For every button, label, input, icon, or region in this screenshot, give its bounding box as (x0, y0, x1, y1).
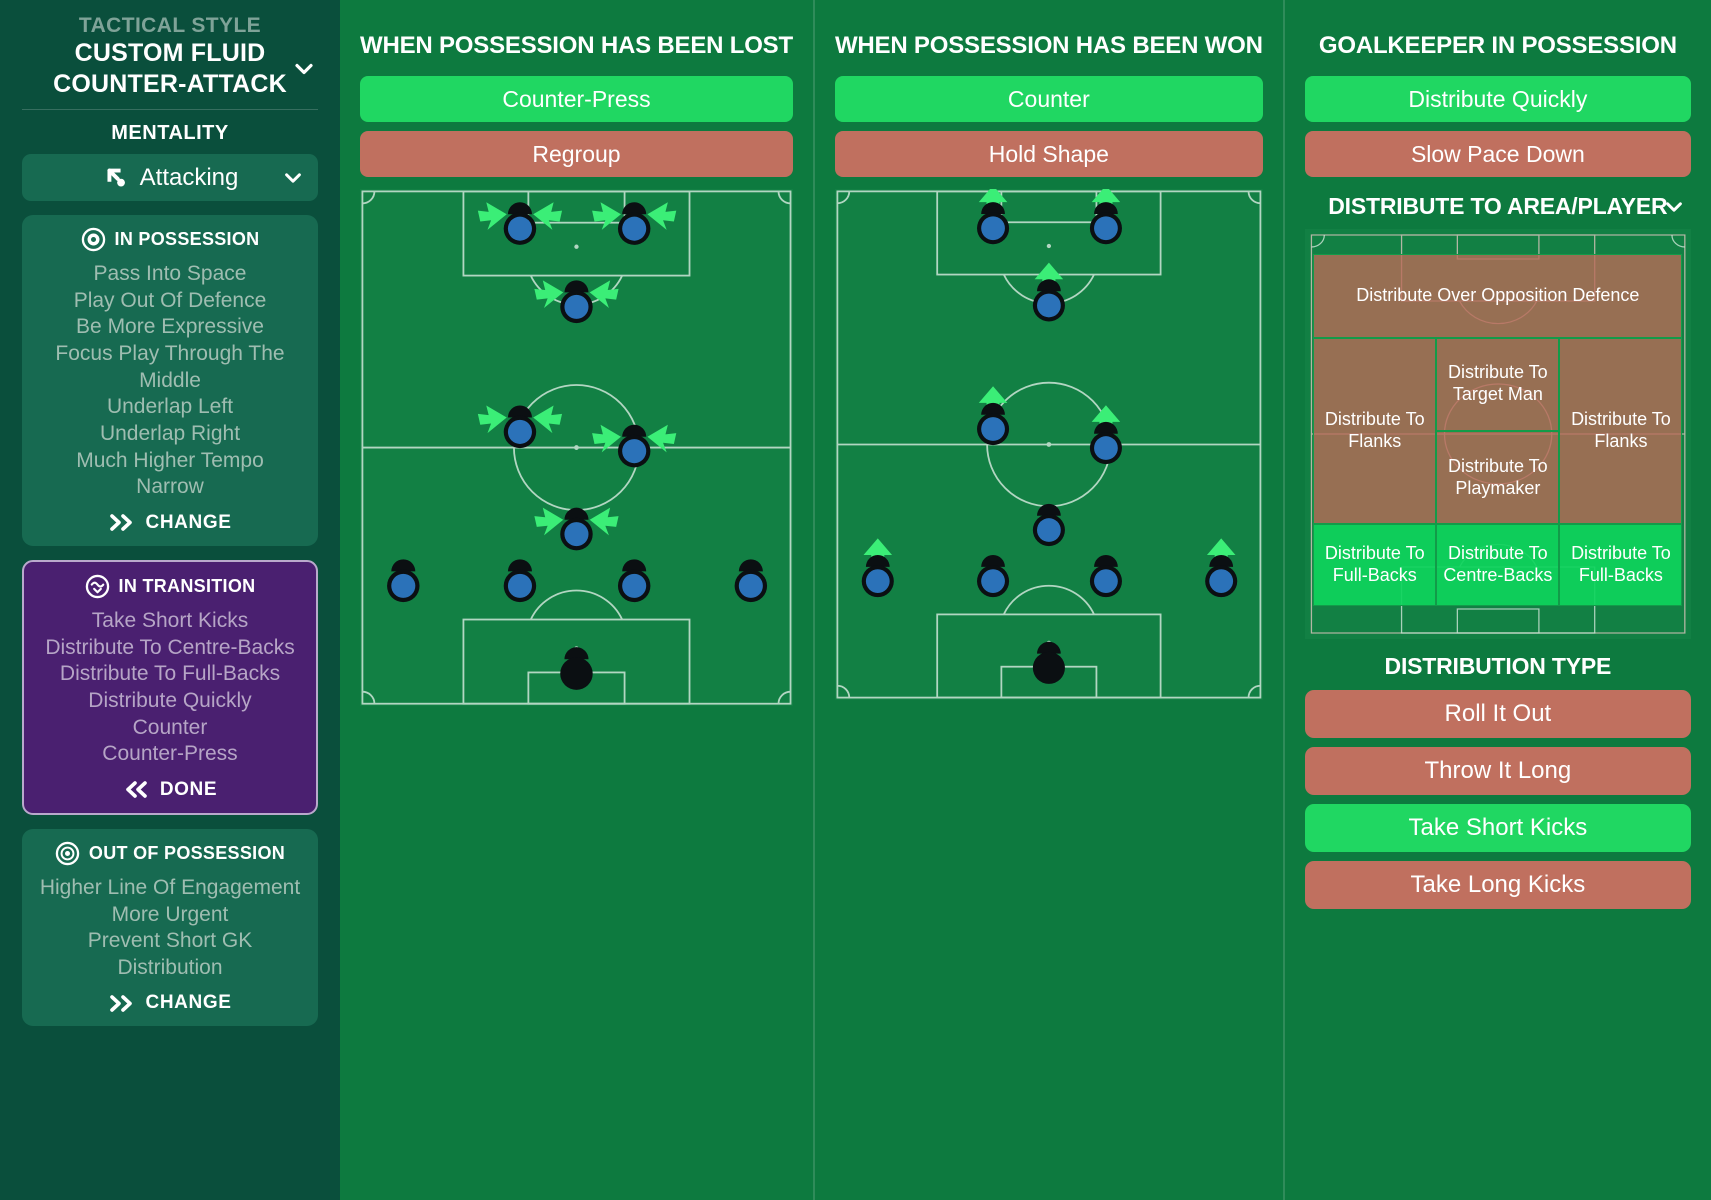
out-of-possession-panel[interactable]: OUT OF POSSESSION Higher Line Of Engagem… (22, 828, 318, 1027)
in-possession-title: IN POSSESSION (114, 229, 260, 249)
in-transition-panel[interactable]: IN TRANSITION Take Short Kicks Distribut… (22, 559, 318, 815)
pitch-lost-svg (360, 189, 793, 707)
out-of-possession-header: OUT OF POSSESSION (34, 841, 306, 866)
in-possession-instruction: Pass Into Space (93, 262, 247, 285)
in-transition-done-label: DONE (159, 778, 218, 800)
possession-lost-title: WHEN POSSESSION HAS BEEN LOST (360, 32, 793, 59)
in-possession-panel[interactable]: IN POSSESSION Pass Into Space Play Out O… (22, 215, 318, 546)
option-counter[interactable]: Counter (834, 76, 1263, 122)
in-transition-instruction: Distribute To Full-Backs (59, 662, 281, 686)
out-of-possession-change-button[interactable]: CHANGE (34, 992, 306, 1014)
chevron-down-icon (295, 63, 313, 74)
tactics-sidebar: TACTICAL STYLE CUSTOM FLUID COUNTER-ATTA… (0, 0, 340, 1200)
option-slow-pace-down[interactable]: Slow Pace Down (1304, 131, 1691, 177)
in-transition-instruction: Counter-Press (102, 742, 238, 766)
zone-distribute-to-centre-backs[interactable]: Distribute To Centre-Backs (1436, 524, 1560, 607)
tactical-style-name: CUSTOM FLUID COUNTER-ATTACK (53, 39, 287, 98)
in-possession-instruction: Underlap Right (99, 421, 241, 445)
tactics-screen: TACTICAL STYLE CUSTOM FLUID COUNTER-ATTA… (0, 0, 1711, 1200)
double-chevron-right-icon (109, 514, 132, 532)
in-transition-instruction: Take Short Kicks (91, 608, 249, 632)
out-of-possession-instruction: Prevent Short GK Distribution (87, 929, 253, 979)
option-regroup[interactable]: Regroup (360, 131, 793, 177)
zone-distribute-to-full-backs-left[interactable]: Distribute To Full-Backs (1313, 524, 1437, 607)
type-take-short-kicks[interactable]: Take Short Kicks (1304, 804, 1691, 852)
chevron-down-icon (1666, 201, 1682, 212)
column-goalkeeper: GOALKEEPER IN POSSESSION Distribute Quic… (1285, 0, 1711, 1200)
mentality-value: Attacking (139, 163, 239, 191)
in-possession-change-label: CHANGE (145, 511, 232, 533)
sidebar-divider (22, 109, 318, 110)
zone-distribute-over-opposition-defence[interactable]: Distribute Over Opposition Defence (1313, 253, 1683, 338)
type-roll-it-out[interactable]: Roll It Out (1304, 690, 1691, 738)
ball-out-of-possession-icon (55, 841, 80, 866)
goalkeeper-title: GOALKEEPER IN POSSESSION (1318, 32, 1677, 59)
in-possession-instruction: Narrow (136, 475, 204, 499)
option-distribute-quickly[interactable]: Distribute Quickly (1304, 76, 1691, 122)
zone-distribute-to-flanks-left[interactable]: Distribute To Flanks (1313, 337, 1437, 525)
in-possession-instruction: Much Higher Tempo (76, 448, 264, 472)
zone-distribute-to-playmaker[interactable]: Distribute To Playmaker (1436, 430, 1560, 525)
in-transition-header: IN TRANSITION (36, 574, 304, 599)
attacking-arrow-icon (107, 168, 125, 187)
chevron-down-icon (285, 172, 301, 183)
mentality-dropdown[interactable]: Attacking (22, 154, 318, 201)
tactical-style-selector[interactable]: CUSTOM FLUID COUNTER-ATTACK (22, 38, 318, 99)
type-throw-it-long[interactable]: Throw It Long (1304, 747, 1691, 795)
zone-distribute-to-flanks-right[interactable]: Distribute To Flanks (1559, 337, 1683, 525)
pitch-possession-won[interactable] (834, 189, 1263, 700)
distribute-area-header[interactable]: DISTRIBUTE TO AREA/PLAYER (1305, 193, 1691, 220)
option-counter-press[interactable]: Counter-Press (360, 76, 793, 122)
zone-distribute-to-target-man[interactable]: Distribute To Target Man (1436, 337, 1560, 431)
out-of-possession-title: OUT OF POSSESSION (88, 842, 286, 863)
in-possession-change-button[interactable]: CHANGE (34, 512, 306, 534)
mentality-label: MENTALITY (111, 122, 229, 144)
in-possession-instruction: Play Out Of Defence (73, 288, 267, 312)
distribute-zone-grid: Distribute Over Opposition Defence Distr… (1313, 253, 1683, 607)
column-possession-lost: WHEN POSSESSION HAS BEEN LOST Counter-Pr… (340, 0, 815, 1200)
in-possession-header: IN POSSESSION (34, 227, 306, 252)
zone-distribute-to-full-backs-right[interactable]: Distribute To Full-Backs (1559, 524, 1683, 607)
double-chevron-right-icon (109, 995, 132, 1012)
tactics-columns: WHEN POSSESSION HAS BEEN LOST Counter-Pr… (340, 0, 1711, 1200)
ball-in-possession-icon (81, 227, 105, 252)
tactical-style-label: TACTICAL STYLE (78, 14, 262, 37)
out-of-possession-instruction: Higher Line Of Engagement (39, 875, 301, 899)
pitch-won-svg (834, 189, 1263, 700)
option-hold-shape[interactable]: Hold Shape (834, 131, 1263, 177)
in-possession-instruction: Focus Play Through The Middle (55, 341, 285, 392)
possession-won-title: WHEN POSSESSION HAS BEEN WON (834, 32, 1263, 59)
in-transition-done-button[interactable]: DONE (36, 779, 304, 801)
in-transition-instruction: Counter (132, 715, 208, 739)
type-take-long-kicks[interactable]: Take Long Kicks (1304, 861, 1691, 909)
distribution-type-title: DISTRIBUTION TYPE (1384, 653, 1612, 679)
pitch-possession-lost[interactable] (360, 189, 793, 707)
in-transition-instruction: Distribute Quickly (88, 688, 252, 712)
out-of-possession-instruction: More Urgent (111, 902, 229, 926)
column-possession-won: WHEN POSSESSION HAS BEEN WON Counter Hol… (815, 0, 1285, 1200)
transition-cycle-icon (85, 574, 109, 599)
distribute-area-pitch: Distribute Over Opposition Defence Distr… (1304, 229, 1691, 639)
distribute-area-title: DISTRIBUTE TO AREA/PLAYER (1328, 193, 1668, 219)
in-transition-instruction: Distribute To Centre-Backs (45, 635, 295, 659)
in-possession-instruction: Underlap Left (106, 395, 234, 419)
in-transition-title: IN TRANSITION (118, 575, 256, 596)
in-possession-instruction: Be More Expressive (76, 315, 264, 339)
out-of-possession-change-label: CHANGE (145, 992, 232, 1014)
double-chevron-left-icon (126, 781, 147, 799)
